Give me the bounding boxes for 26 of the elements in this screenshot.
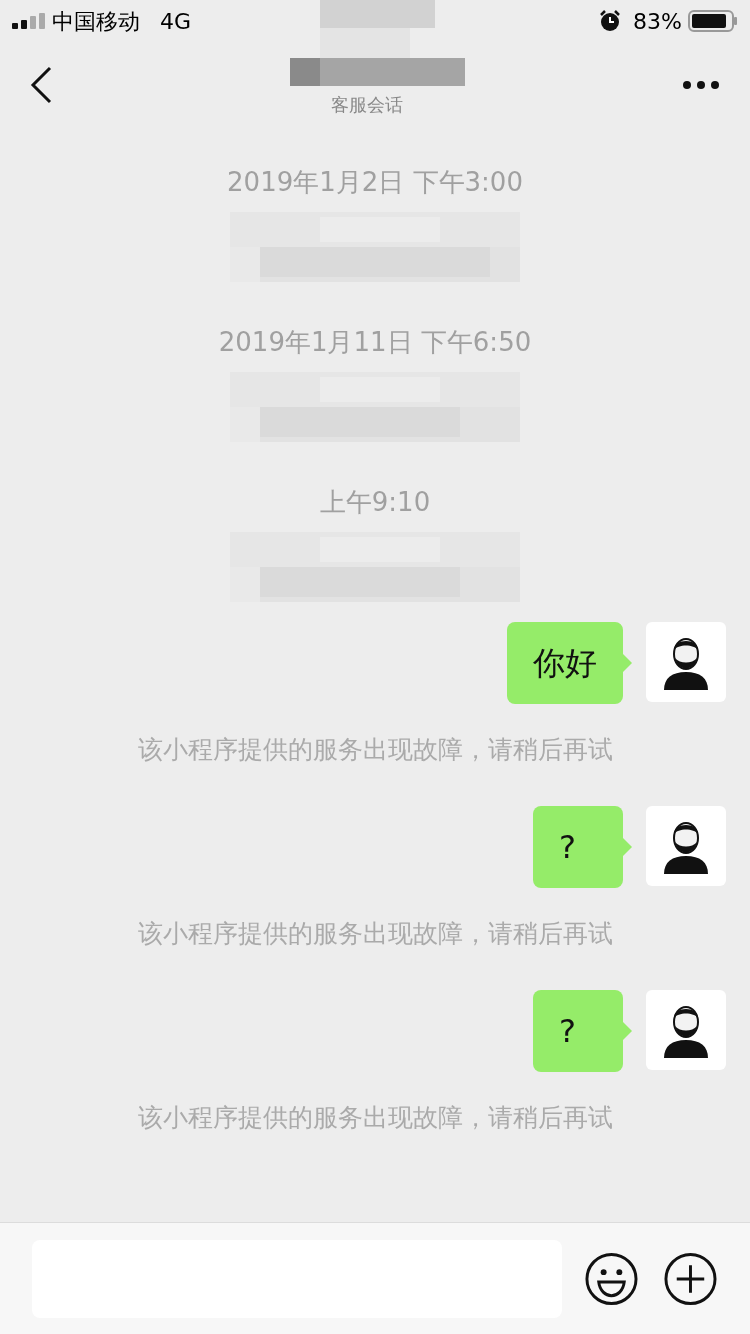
battery-percent: 83% — [633, 7, 682, 36]
timestamp: 2019年1月2日 下午3:00 — [226, 166, 524, 199]
avatar[interactable] — [646, 622, 726, 702]
timestamp: 2019年1月11日 下午6:50 — [217, 326, 533, 359]
system-notice: 该小程序提供的服务出现故障，请稍后再试 — [137, 1102, 613, 1134]
alarm-icon — [599, 10, 622, 32]
message-bubble[interactable]: 你好 — [507, 622, 623, 704]
bubble-tail — [623, 1022, 632, 1040]
battery-icon — [688, 10, 738, 32]
carrier: 中国移动 — [52, 7, 140, 36]
system-notice: 该小程序提供的服务出现故障，请稍后再试 — [137, 918, 613, 950]
message-bubble[interactable]: ? — [533, 990, 623, 1072]
back-icon[interactable] — [30, 66, 52, 104]
more-icon[interactable] — [682, 80, 720, 90]
avatar[interactable] — [646, 990, 726, 1070]
avatar[interactable] — [646, 806, 726, 886]
timestamp: 上午9:10 — [318, 486, 432, 519]
chat-subtitle: 客服会话 — [331, 93, 403, 117]
bubble-tail — [623, 654, 632, 672]
signal-icon — [12, 13, 46, 29]
bubble-tail — [623, 838, 632, 856]
emoji-icon[interactable] — [584, 1250, 640, 1307]
add-icon[interactable] — [663, 1250, 718, 1307]
message-bubble[interactable]: ? — [533, 806, 623, 888]
system-notice: 该小程序提供的服务出现故障，请稍后再试 — [137, 734, 613, 766]
network-type: 4G — [160, 7, 192, 36]
